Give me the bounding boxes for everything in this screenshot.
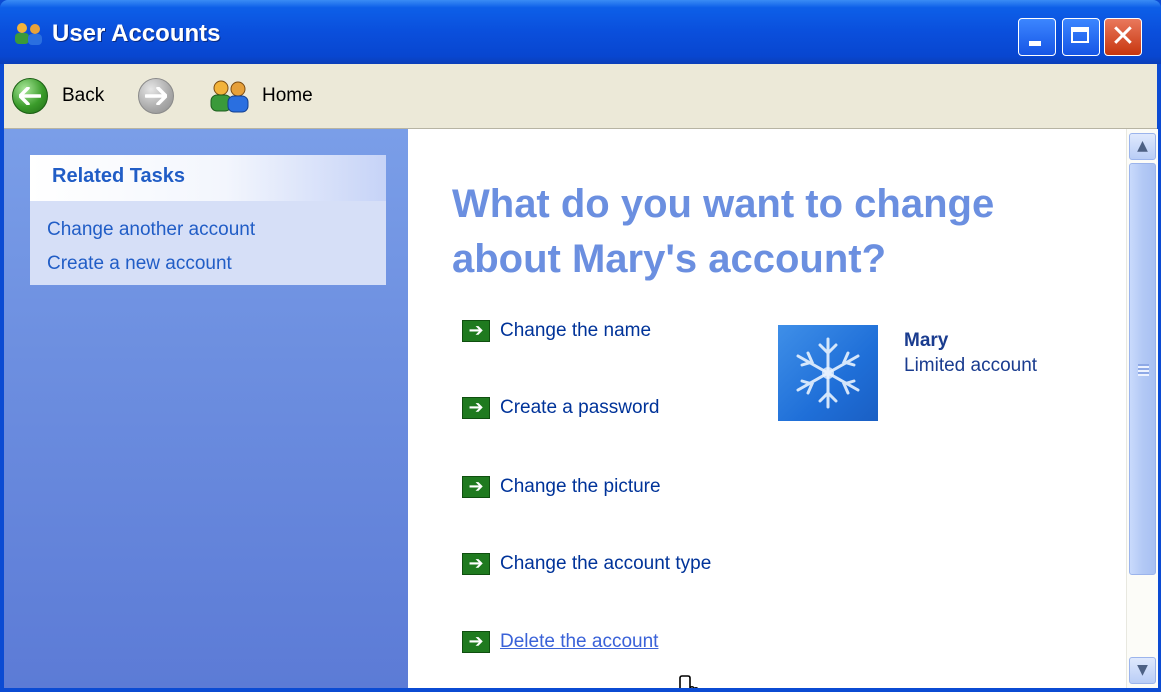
action-label: Create a password [500,397,660,418]
scroll-thumb[interactable] [1129,163,1156,575]
page-heading: What do you want to change about Mary's … [452,177,1092,287]
maximize-button[interactable] [1062,18,1100,56]
user-name: Mary [904,330,949,351]
account-type-label: Limited account [904,355,1038,376]
delete-account-link[interactable]: ➔ Delete the account [462,631,658,653]
home-label: Home [262,85,313,106]
related-tasks-box: Related Tasks Change another account Cre… [30,155,386,285]
back-label: Back [62,85,105,106]
close-button[interactable]: ✕ [1104,18,1142,56]
forward-arrow-icon [138,78,174,114]
snowflake-icon [796,337,860,409]
change-another-account-link[interactable]: Change another account [47,213,255,247]
create-password-link[interactable]: ➔ Create a password [462,397,659,419]
window-title: User Accounts [52,20,221,47]
scroll-up-button[interactable]: ▲ [1129,133,1156,160]
back-button[interactable]: Back [12,64,104,128]
grip-icon [1138,364,1149,376]
minimize-button[interactable] [1018,18,1056,56]
related-tasks-header: Related Tasks [30,155,386,201]
green-arrow-icon: ➔ [462,476,490,498]
green-arrow-icon: ➔ [462,320,490,342]
user-accounts-icon [15,23,42,45]
heading-line-1: What do you want to change [452,182,995,226]
change-picture-link[interactable]: ➔ Change the picture [462,476,661,498]
action-label: Change the name [500,320,652,341]
snowflake-picture [778,325,878,421]
task-pane: Related Tasks Change another account Cre… [4,129,408,688]
heading-line-2: about Mary's account? [452,237,887,281]
action-label: Delete the account [500,631,659,652]
toolbar: Back Home [4,64,1157,129]
hand-cursor-icon [679,675,699,688]
title-bar[interactable]: User Accounts ✕ [0,0,1161,64]
action-label: Change the account type [500,553,712,574]
change-account-type-link[interactable]: ➔ Change the account type [462,553,711,575]
change-name-link[interactable]: ➔ Change the name [462,320,651,342]
back-arrow-icon [12,78,48,114]
forward-button[interactable] [138,64,174,128]
vertical-scrollbar[interactable]: ▲ ▼ [1126,129,1158,688]
create-new-account-link[interactable]: Create a new account [47,247,255,281]
home-users-icon [210,80,249,113]
main-content: What do you want to change about Mary's … [408,129,1126,688]
action-label: Change the picture [500,476,661,497]
user-accounts-window: User Accounts ✕ Back Home Related Tasks … [0,0,1161,692]
close-icon: ✕ [1110,19,1136,54]
related-tasks-list: Change another account Create a new acco… [47,213,255,281]
scroll-down-button[interactable]: ▼ [1129,657,1156,684]
window-bottom-border [0,688,1161,692]
related-tasks-title: Related Tasks [52,165,186,187]
green-arrow-icon: ➔ [462,397,490,419]
green-arrow-icon: ➔ [462,553,490,575]
home-button[interactable]: Home [207,64,313,128]
green-arrow-icon: ➔ [462,631,490,653]
